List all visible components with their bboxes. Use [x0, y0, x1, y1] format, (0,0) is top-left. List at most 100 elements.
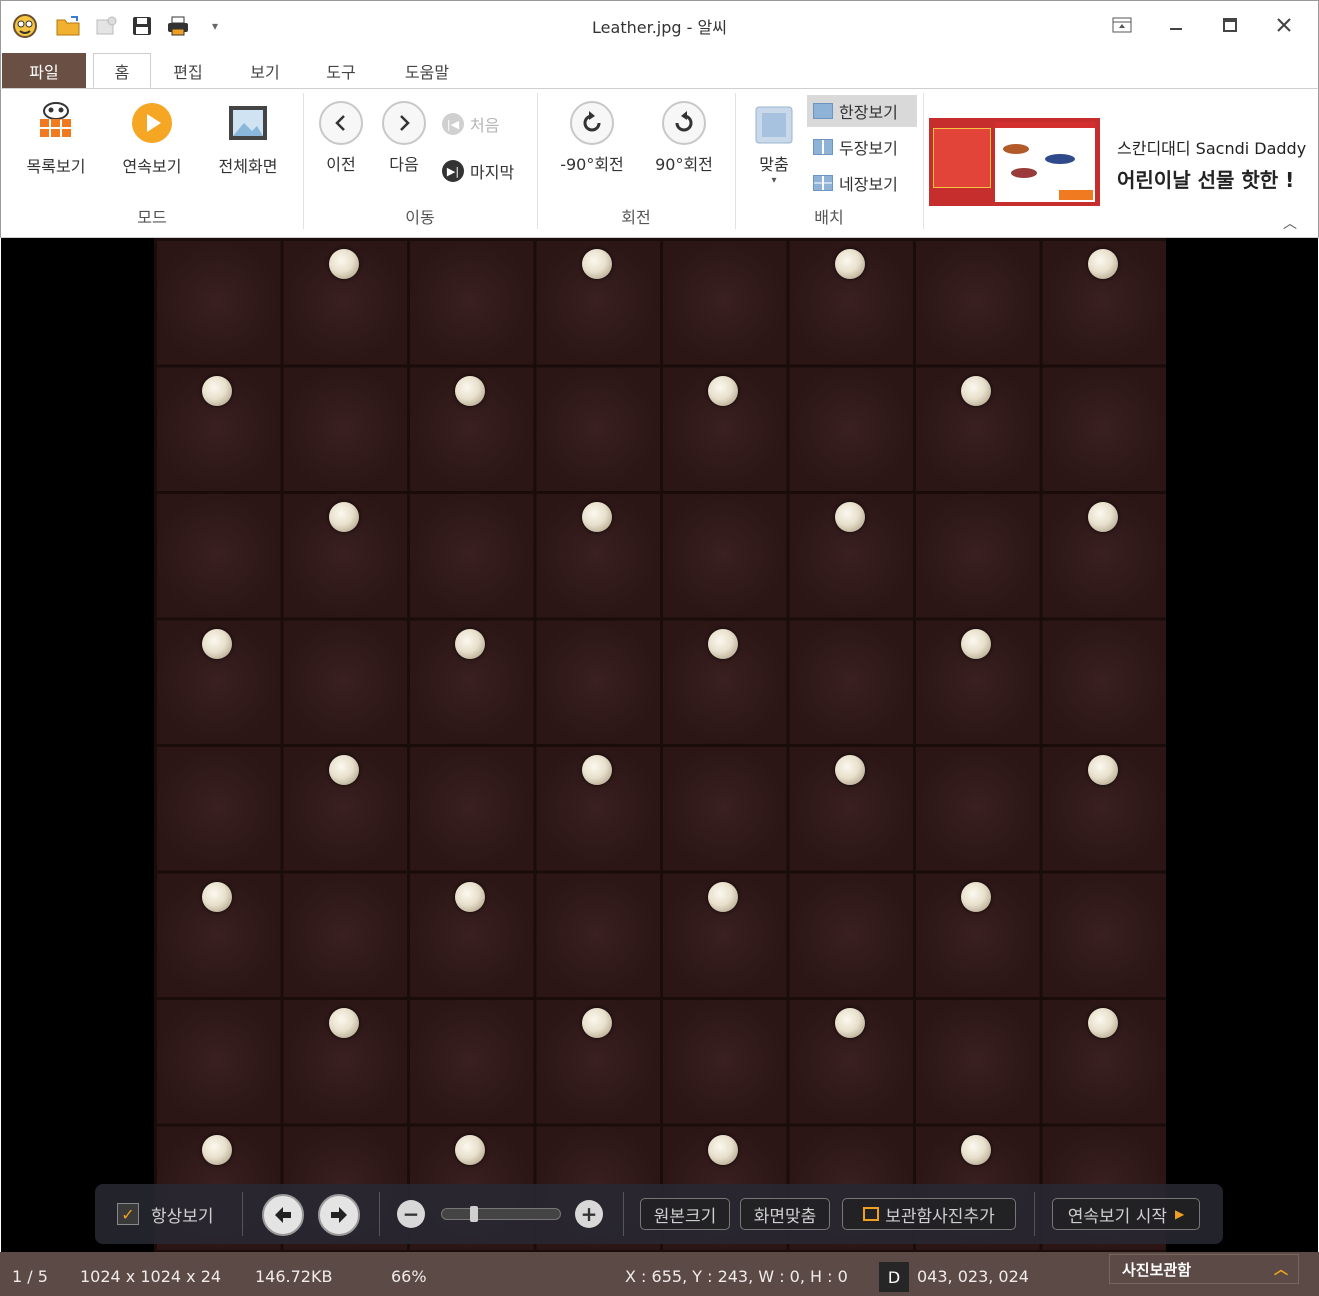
layout-group-label: 배치 — [814, 208, 844, 227]
navigate-group-label: 이동 — [405, 208, 435, 227]
close-icon[interactable] — [1267, 11, 1301, 39]
photo-tray-toggle[interactable]: 사진보관함 ︿ — [1109, 1254, 1299, 1284]
ribbon: 목록보기 연속보기 전체화면 모드 이전 다음 |◀ 처음 ▶| 마지막 이동 — [0, 88, 1319, 238]
tab-home[interactable]: 홈 — [93, 53, 151, 88]
list-view-icon — [32, 99, 80, 147]
play-arrow-icon: ▶ — [1175, 1207, 1185, 1221]
zoom-slider-thumb[interactable] — [470, 1206, 478, 1222]
image-dimensions: 1024 x 1024 x 24 — [80, 1267, 222, 1286]
fit-button[interactable]: 맞춤 ▾ — [747, 101, 801, 186]
single-view-label: 한장보기 — [839, 103, 898, 122]
list-view-label: 목록보기 — [26, 157, 86, 176]
last-icon: ▶| — [442, 160, 464, 182]
original-size-button[interactable]: 원본크기 — [640, 1198, 730, 1230]
leather-stud — [708, 375, 739, 406]
zoom-slider[interactable] — [441, 1206, 561, 1222]
leather-stud — [202, 1134, 233, 1165]
ribbon-display-icon[interactable] — [1105, 11, 1139, 39]
fit-label: 맞춤 — [759, 155, 789, 174]
tab-view[interactable]: 보기 — [235, 53, 295, 88]
collapse-ribbon-icon[interactable]: ︿ — [1283, 213, 1297, 233]
toolbar-divider — [379, 1192, 380, 1236]
leather-stud — [834, 755, 865, 786]
slideshow-label: 연속보기 — [122, 157, 182, 176]
quad-view-button[interactable]: 네장보기 — [807, 167, 917, 199]
toolbar-divider — [623, 1192, 624, 1236]
first-button[interactable]: |◀ 처음 — [442, 112, 499, 136]
always-show-checkbox[interactable]: ✓ — [117, 1203, 139, 1225]
maximize-icon[interactable] — [1213, 11, 1247, 39]
arrow-right-icon — [331, 1207, 347, 1223]
double-view-label: 두장보기 — [839, 139, 898, 158]
start-slideshow-button[interactable]: 연속보기 시작 ▶ — [1052, 1198, 1200, 1230]
leather-stud — [961, 1134, 992, 1165]
rotate-cw-label: 90°회전 — [655, 155, 713, 174]
minimize-icon[interactable] — [1159, 11, 1193, 39]
leather-stud — [328, 1008, 359, 1039]
next-button[interactable]: 다음 — [377, 101, 431, 175]
title-bar: ▾ Leather.jpg - 알씨 — [0, 0, 1319, 50]
leather-stud — [834, 249, 865, 280]
leather-stud — [455, 1134, 486, 1165]
zoom-out-icon[interactable]: − — [397, 1200, 425, 1228]
single-view-button[interactable]: 한장보기 — [807, 95, 917, 127]
ad-headline-text[interactable]: 어린이날 선물 핫한 ! — [1117, 164, 1312, 193]
cursor-coordinates: X : 655, Y : 243, W : 0, H : 0 — [625, 1267, 848, 1286]
fit-screen-button[interactable]: 화면맞춤 — [740, 1198, 830, 1230]
prev-button[interactable]: 이전 — [314, 101, 368, 175]
first-label: 처음 — [470, 116, 500, 135]
leather-stud — [1087, 502, 1118, 533]
leather-stud — [581, 502, 612, 533]
leather-stud — [202, 881, 233, 912]
prev-image-button[interactable] — [262, 1194, 304, 1236]
fit-icon — [750, 101, 798, 149]
play-icon — [128, 99, 176, 147]
leather-stud — [961, 375, 992, 406]
leather-stud — [961, 881, 992, 912]
rotate-left-icon — [570, 101, 614, 145]
double-view-button[interactable]: 두장보기 — [807, 131, 917, 163]
next-label: 다음 — [389, 155, 419, 174]
mode-group-label: 모드 — [137, 208, 167, 227]
start-slideshow-label: 연속보기 시작 — [1067, 1206, 1167, 1227]
leather-stud — [328, 249, 359, 280]
tab-tools[interactable]: 도구 — [311, 53, 371, 88]
ribbon-tab-bar: 파일 홈 편집 보기 도구 도움말 — [0, 50, 1319, 88]
rotate-cw-button[interactable]: 90°회전 — [643, 101, 725, 175]
list-view-button[interactable]: 목록보기 — [17, 99, 95, 177]
leather-stud — [708, 1134, 739, 1165]
add-to-tray-button[interactable]: 보관함사진추가 — [842, 1198, 1016, 1230]
zoom-in-icon[interactable]: + — [575, 1200, 603, 1228]
chevron-left-icon — [319, 101, 363, 145]
leather-image — [154, 238, 1166, 1252]
chevron-up-icon: ︿ — [1274, 1262, 1288, 1278]
leather-stud — [328, 502, 359, 533]
leather-stud — [708, 628, 739, 659]
tab-help[interactable]: 도움말 — [389, 53, 465, 88]
next-image-button[interactable] — [318, 1194, 360, 1236]
add-to-tray-label: 보관함사진추가 — [885, 1206, 995, 1227]
last-button[interactable]: ▶| 마지막 — [442, 159, 514, 183]
photo-tray-label: 사진보관함 — [1122, 1260, 1192, 1279]
leather-stud — [708, 881, 739, 912]
ad-banner-image[interactable] — [929, 118, 1100, 206]
pixel-color-value: 043, 023, 024 — [917, 1267, 1029, 1286]
rotate-ccw-button[interactable]: -90°회전 — [551, 101, 633, 175]
leather-stud — [1087, 755, 1118, 786]
leather-stud — [581, 755, 612, 786]
prev-label: 이전 — [326, 155, 356, 174]
status-bar: 1 / 5 1024 x 1024 x 24 146.72KB 66% X : … — [0, 1252, 1319, 1296]
leather-stud — [328, 755, 359, 786]
image-viewer[interactable] — [1, 238, 1318, 1252]
ad-brand-text[interactable]: 스칸디대디 Sacndi Daddy — [1117, 135, 1306, 159]
rotate-ccw-label: -90°회전 — [560, 155, 624, 174]
tab-file[interactable]: 파일 — [2, 53, 86, 88]
slideshow-button[interactable]: 연속보기 — [113, 99, 191, 177]
tab-edit[interactable]: 편집 — [159, 53, 217, 88]
color-mode-badge: D — [879, 1262, 909, 1292]
leather-stud — [202, 628, 233, 659]
floating-toolbar: ✓ 항상보기 − + 원본크기 화면맞춤 보관함사진추가 연속보기 시작 ▶ — [95, 1184, 1223, 1244]
always-show-label: 항상보기 — [151, 1207, 214, 1227]
chevron-right-icon — [382, 101, 426, 145]
fullscreen-button[interactable]: 전체화면 — [209, 99, 287, 177]
